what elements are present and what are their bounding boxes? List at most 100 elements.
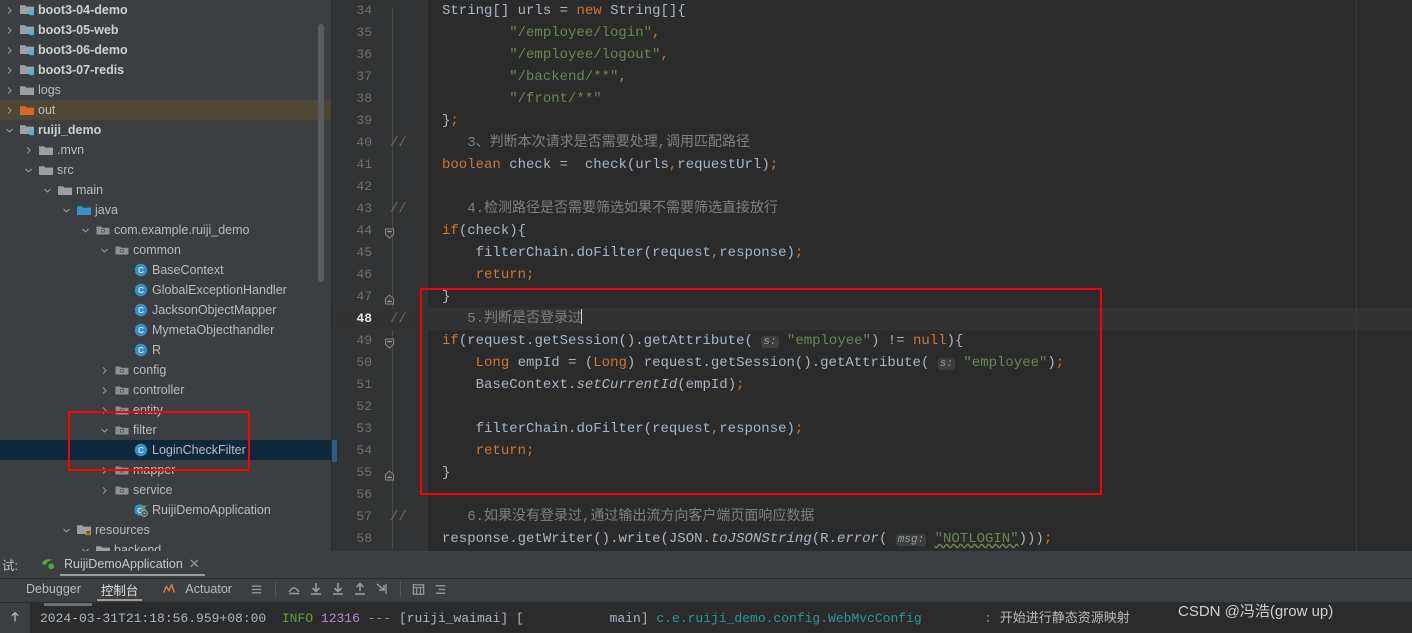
tab-debugger[interactable]: Debugger bbox=[16, 576, 91, 603]
step-into-icon[interactable] bbox=[305, 578, 327, 600]
chevron-right-icon[interactable] bbox=[4, 100, 15, 120]
code-line-50[interactable]: 50 Long empId = (Long) request.getSessio… bbox=[332, 352, 1412, 374]
code-line-57[interactable]: 57 // 6.如果没有登录过,通过输出流方向客户端页面响应数据 bbox=[332, 506, 1412, 528]
run-to-cursor-icon[interactable] bbox=[371, 578, 393, 600]
console-scrollbar[interactable] bbox=[44, 603, 92, 606]
chevron-right-icon[interactable] bbox=[4, 0, 15, 20]
tree-item-com-example-ruiji-demo[interactable]: com.example.ruiji_demo bbox=[0, 220, 332, 240]
chevron-right-icon[interactable] bbox=[99, 360, 110, 380]
tree-item-boot3-04-demo[interactable]: boot3-04-demo bbox=[0, 0, 332, 20]
project-tool-window[interactable]: boot3-04-demo boot3-05-web boot3-06-demo bo… bbox=[0, 0, 332, 551]
layout-settings-icon[interactable] bbox=[246, 578, 268, 600]
code-line-54[interactable]: 54 return; bbox=[332, 440, 1412, 462]
code-line-52[interactable]: 52 bbox=[332, 396, 1412, 418]
tree-item--mvn[interactable]: .mvn bbox=[0, 140, 332, 160]
code-line-44[interactable]: 44 if(check){ bbox=[332, 220, 1412, 242]
code-line-47[interactable]: 47} bbox=[332, 286, 1412, 308]
tree-item-jacksonobjectmapper[interactable]: C JacksonObjectMapper bbox=[0, 300, 332, 320]
tree-item-resources[interactable]: resources bbox=[0, 520, 332, 540]
tree-item-mymetaobjecthandler[interactable]: C MymetaObjecthandler bbox=[0, 320, 332, 340]
code-line-51[interactable]: 51 BaseContext.setCurrentId(empId); bbox=[332, 374, 1412, 396]
code-line-36[interactable]: 36 "/employee/logout", bbox=[332, 44, 1412, 66]
code-line-56[interactable]: 56 bbox=[332, 484, 1412, 506]
chevron-right-icon[interactable] bbox=[23, 140, 34, 160]
code-line-37[interactable]: 37 "/backend/**", bbox=[332, 66, 1412, 88]
tree-item-ruijidemoapplication[interactable]: C RuijiDemoApplication bbox=[0, 500, 332, 520]
sidebar-scrollbar[interactable] bbox=[318, 24, 324, 282]
fold-end-icon[interactable] bbox=[384, 467, 395, 481]
tree-item-filter[interactable]: filter bbox=[0, 420, 332, 440]
tree-item-entity[interactable]: entity bbox=[0, 400, 332, 420]
debug-toolbar[interactable]: Debugger 控制台 Actuator bbox=[0, 576, 1412, 603]
mute-breakpoints-icon[interactable] bbox=[430, 578, 452, 600]
chevron-down-icon[interactable] bbox=[80, 540, 91, 551]
code-line-42[interactable]: 42 bbox=[332, 176, 1412, 198]
tree-item-controller[interactable]: controller bbox=[0, 380, 332, 400]
code-line-35[interactable]: 35 "/employee/login", bbox=[332, 22, 1412, 44]
close-icon[interactable]: ✕ bbox=[189, 556, 200, 572]
force-step-into-icon[interactable] bbox=[327, 578, 349, 600]
chevron-down-icon[interactable] bbox=[42, 180, 53, 200]
code-line-46[interactable]: 46 return; bbox=[332, 264, 1412, 286]
tree-item-src[interactable]: src bbox=[0, 160, 332, 180]
tree-item-java[interactable]: java bbox=[0, 200, 332, 220]
tab-actuator[interactable]: Actuator bbox=[148, 576, 242, 603]
chevron-right-icon[interactable] bbox=[4, 20, 15, 40]
fold-collapse-icon[interactable] bbox=[384, 225, 395, 239]
chevron-right-icon[interactable] bbox=[99, 400, 110, 420]
code-line-45[interactable]: 45 filterChain.doFilter(request,response… bbox=[332, 242, 1412, 264]
tree-item-backend[interactable]: backend bbox=[0, 540, 332, 551]
code-line-43[interactable]: 43 // 4.检测路径是否需要筛选如果不需要筛选直接放行 bbox=[332, 198, 1412, 220]
chevron-down-icon[interactable] bbox=[23, 160, 34, 180]
chevron-right-icon[interactable] bbox=[99, 460, 110, 480]
chevron-right-icon[interactable] bbox=[4, 60, 15, 80]
tree-item-out[interactable]: out bbox=[0, 100, 332, 120]
tree-item-boot3-05-web[interactable]: boot3-05-web bbox=[0, 20, 332, 40]
code-line-34[interactable]: 34 String[] urls = new String[]{ bbox=[332, 0, 1412, 22]
code-text: } bbox=[442, 289, 451, 305]
tree-item-ruiji-demo[interactable]: ruiji_demo bbox=[0, 120, 332, 140]
tree-item-boot3-06-demo[interactable]: boot3-06-demo bbox=[0, 40, 332, 60]
chevron-right-icon[interactable] bbox=[99, 480, 110, 500]
code-line-55[interactable]: 55} bbox=[332, 462, 1412, 484]
run-tab-ruiji-demo-application[interactable]: RuijiDemoApplication ✕ bbox=[30, 551, 206, 576]
code-line-48[interactable]: 48 // 5.判断是否登录过 bbox=[332, 308, 1412, 330]
chevron-down-icon[interactable] bbox=[4, 120, 15, 140]
chevron-down-icon[interactable] bbox=[61, 520, 72, 540]
tree-item-basecontext[interactable]: C BaseContext bbox=[0, 260, 332, 280]
chevron-right-icon[interactable] bbox=[4, 80, 15, 100]
tree-item-mapper[interactable]: mapper bbox=[0, 460, 332, 480]
console-side-toolbar[interactable] bbox=[0, 603, 30, 633]
tree-item-logs[interactable]: logs bbox=[0, 80, 332, 100]
evaluate-expression-icon[interactable] bbox=[408, 578, 430, 600]
code-line-58[interactable]: 58 response.getWriter().write(JSON.toJSON… bbox=[332, 528, 1412, 550]
chevron-down-icon[interactable] bbox=[99, 420, 110, 440]
fold-end-icon[interactable] bbox=[384, 291, 395, 305]
chevron-right-icon[interactable] bbox=[99, 380, 110, 400]
fold-collapse-icon[interactable] bbox=[384, 335, 395, 349]
chevron-down-icon[interactable] bbox=[80, 220, 91, 240]
tree-item-r[interactable]: CR bbox=[0, 340, 332, 360]
scroll-up-icon[interactable] bbox=[4, 606, 26, 628]
code-line-41[interactable]: 41 boolean check = check(urls,requestUrl)… bbox=[332, 154, 1412, 176]
code-line-53[interactable]: 53 filterChain.doFilter(request,response… bbox=[332, 418, 1412, 440]
tree-item-globalexceptionhandler[interactable]: C GlobalExceptionHandler bbox=[0, 280, 332, 300]
tree-item-service[interactable]: service bbox=[0, 480, 332, 500]
tree-item-config[interactable]: config bbox=[0, 360, 332, 380]
chevron-down-icon[interactable] bbox=[99, 240, 110, 260]
tree-item-common[interactable]: common bbox=[0, 240, 332, 260]
chevron-down-icon[interactable] bbox=[61, 200, 72, 220]
code-line-39[interactable]: 39}; bbox=[332, 110, 1412, 132]
chevron-right-icon[interactable] bbox=[4, 40, 15, 60]
editor-area[interactable]: 34 String[] urls = new String[]{35 "/empl… bbox=[332, 0, 1412, 551]
run-tabstrip[interactable]: 试: RuijiDemoApplication ✕ bbox=[0, 551, 1412, 576]
step-out-icon[interactable] bbox=[349, 578, 371, 600]
tab-console[interactable]: 控制台 bbox=[91, 576, 149, 603]
code-line-40[interactable]: 40 // 3、判断本次请求是否需要处理,调用匹配路径 bbox=[332, 132, 1412, 154]
code-line-38[interactable]: 38 "/front/**" bbox=[332, 88, 1412, 110]
tree-item-boot3-07-redis[interactable]: boot3-07-redis bbox=[0, 60, 332, 80]
step-over-icon[interactable] bbox=[283, 578, 305, 600]
tree-item-main[interactable]: main bbox=[0, 180, 332, 200]
code-line-49[interactable]: 49 if(request.getSession().getAttribute( … bbox=[332, 330, 1412, 352]
tree-item-logincheckfilter[interactable]: C LoginCheckFilter bbox=[0, 440, 332, 460]
